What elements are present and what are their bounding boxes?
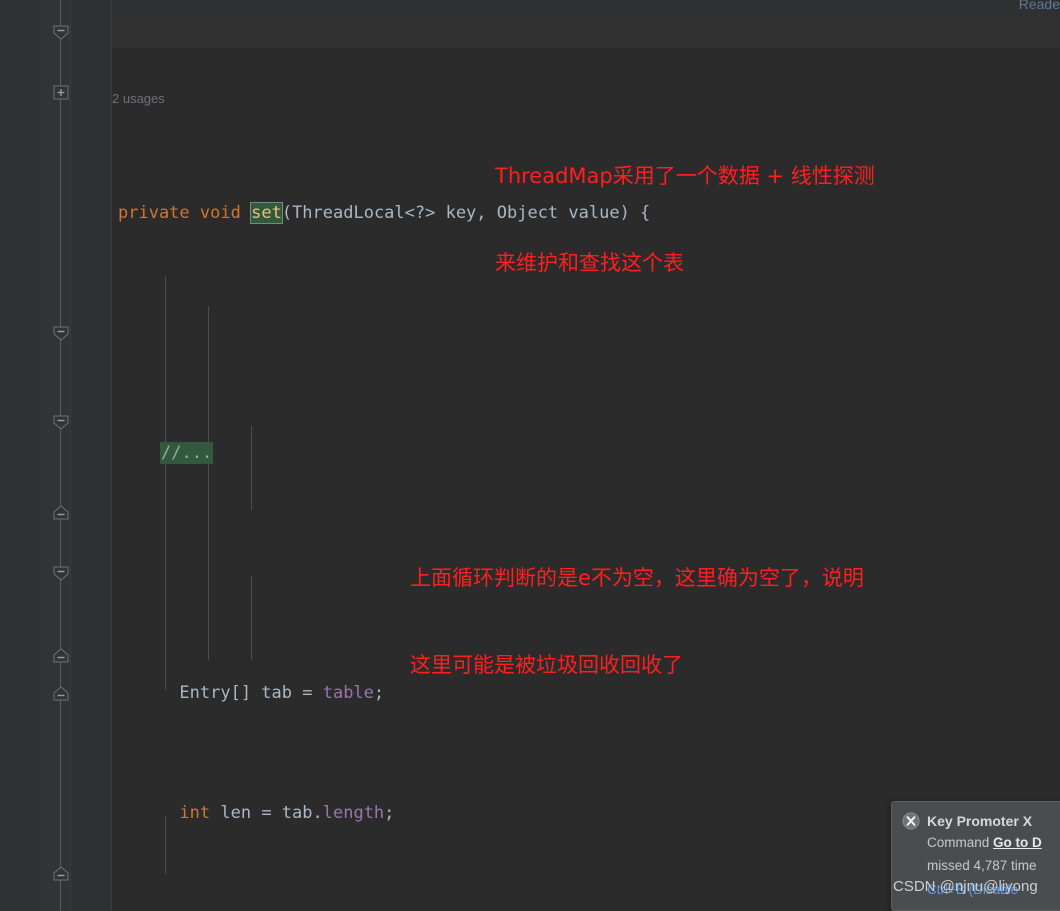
key-promoter-action-link[interactable]: Go to D	[993, 835, 1042, 850]
code-editor[interactable]: Reade 2 usages private void set(ThreadLo…	[112, 0, 1060, 911]
key-promoter-x-icon	[902, 812, 920, 830]
fold-collapse-icon-4[interactable]	[49, 566, 73, 581]
fold-end-icon-3[interactable]	[49, 686, 73, 701]
annotation-gc: 上面循环判断的是e不为空，这里确为空了，说明 这里可能是被垃圾回收回收了	[410, 506, 864, 738]
fold-end-icon-1[interactable]	[49, 505, 73, 520]
annotation-threadmap-line1: ThreadMap采用了一个数据 + 线性探测	[495, 164, 875, 188]
fold-expand-icon-1[interactable]	[49, 85, 73, 100]
intellij-editor-window: Reade 2 usages private void set(ThreadLo…	[0, 0, 1060, 911]
key-promoter-message-prefix: Command	[927, 835, 994, 850]
left-margin-inner	[0, 0, 40, 911]
fold-collapse-icon-3[interactable]	[49, 415, 73, 430]
key-promoter-message-line1: Command Go to D	[892, 830, 1060, 853]
annotation-gc-line1: 上面循环判断的是e不为空，这里确为空了，说明	[410, 566, 864, 590]
left-margin-strip	[0, 0, 40, 911]
fold-region-line	[60, 0, 61, 911]
fold-end-icon-4[interactable]	[49, 866, 73, 881]
annotation-gutter[interactable]	[71, 0, 112, 911]
key-promoter-popup[interactable]: Key Promoter X Command Go to D missed 4,…	[891, 801, 1060, 911]
fold-collapse-icon-2[interactable]	[49, 326, 73, 341]
code-line-3[interactable]: //...	[112, 438, 1060, 468]
folded-comment[interactable]: //...	[160, 442, 214, 464]
fold-collapse-icon-1[interactable]	[49, 25, 73, 40]
key-promoter-title: Key Promoter X	[927, 813, 1033, 829]
fold-gutter[interactable]	[40, 0, 71, 911]
key-promoter-message-line2: missed 4,787 time	[927, 858, 1037, 873]
fold-end-icon-2[interactable]	[49, 648, 73, 663]
identifier-occurrence-highlight[interactable]: set	[250, 202, 283, 224]
annotation-threadmap-line2: 来维护和查找这个表	[495, 251, 684, 275]
key-promoter-header: Key Promoter X	[892, 802, 1060, 830]
annotation-threadmap: ThreadMap采用了一个数据 + 线性探测 来维护和查找这个表	[495, 104, 875, 336]
annotation-gc-line2: 这里可能是被垃圾回收回收了	[410, 653, 683, 677]
key-promoter-shortcut-link[interactable]: Ctrl+B (Disable	[892, 876, 1060, 897]
